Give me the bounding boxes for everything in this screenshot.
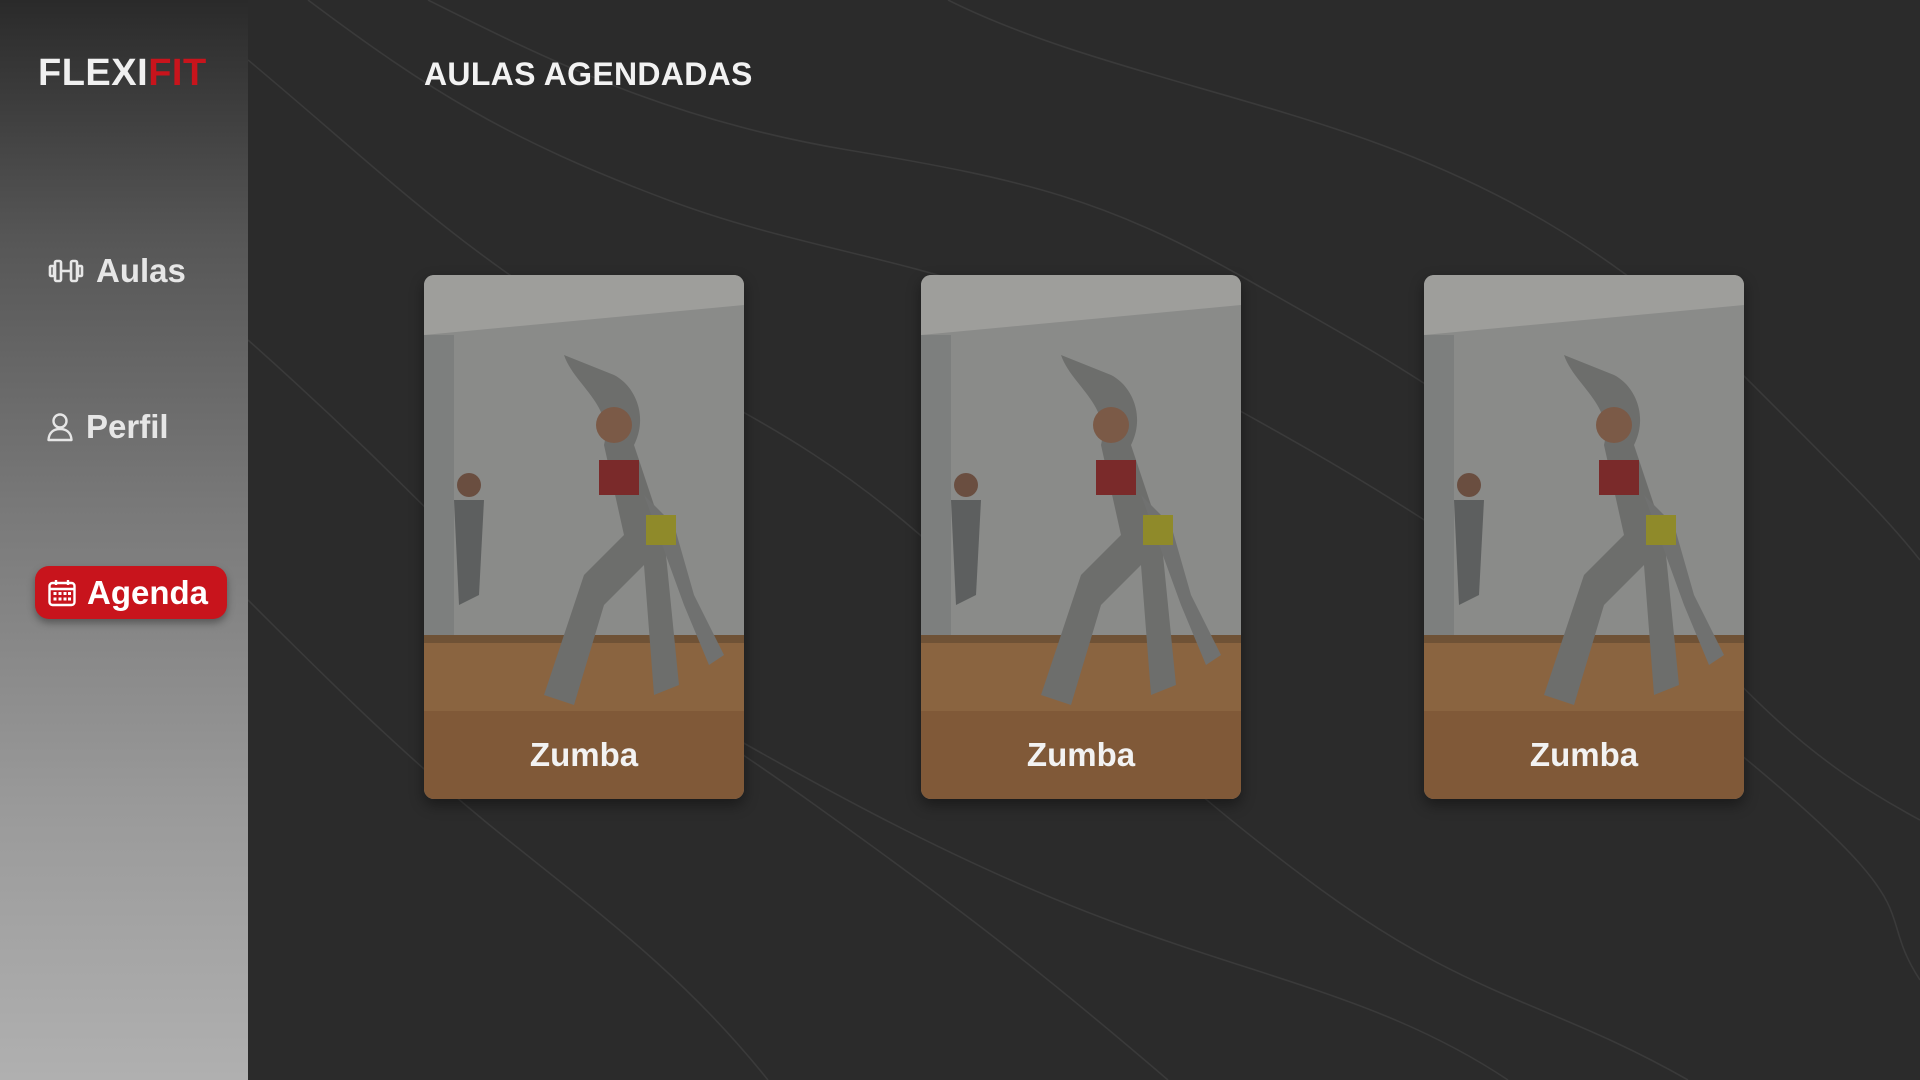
class-name: Zumba bbox=[1424, 711, 1744, 799]
sidebar-item-label: Aulas bbox=[96, 252, 186, 289]
class-name: Zumba bbox=[424, 711, 744, 799]
class-name: Zumba bbox=[921, 711, 1241, 799]
sidebar-item-agenda[interactable]: Agenda bbox=[35, 566, 227, 619]
sidebar-item-label: Perfil bbox=[86, 408, 169, 445]
sidebar-item-label: Agenda bbox=[87, 573, 209, 611]
app-root: FLEXIFIT Aulas Perfil Agenda AULAS AGEND… bbox=[0, 0, 1920, 1080]
sidebar-item-aulas[interactable]: Aulas bbox=[48, 252, 186, 290]
logo-primary: FLEXI bbox=[38, 52, 149, 94]
page-title: AULAS AGENDADAS bbox=[424, 56, 753, 92]
class-card[interactable]: Zumba bbox=[921, 275, 1241, 799]
dumbbell-icon bbox=[48, 258, 84, 284]
logo[interactable]: FLEXIFIT bbox=[38, 52, 207, 95]
sidebar-item-perfil[interactable]: Perfil bbox=[46, 408, 169, 446]
logo-accent: FIT bbox=[148, 52, 207, 94]
main-content: AULAS AGENDADAS Zumba Zumba Zumba bbox=[248, 0, 1920, 1080]
user-icon bbox=[46, 412, 74, 442]
class-card[interactable]: Zumba bbox=[1424, 275, 1744, 799]
sidebar: FLEXIFIT Aulas Perfil Agenda bbox=[0, 0, 248, 1080]
class-card[interactable]: Zumba bbox=[424, 275, 744, 799]
calendar-icon bbox=[47, 578, 77, 608]
